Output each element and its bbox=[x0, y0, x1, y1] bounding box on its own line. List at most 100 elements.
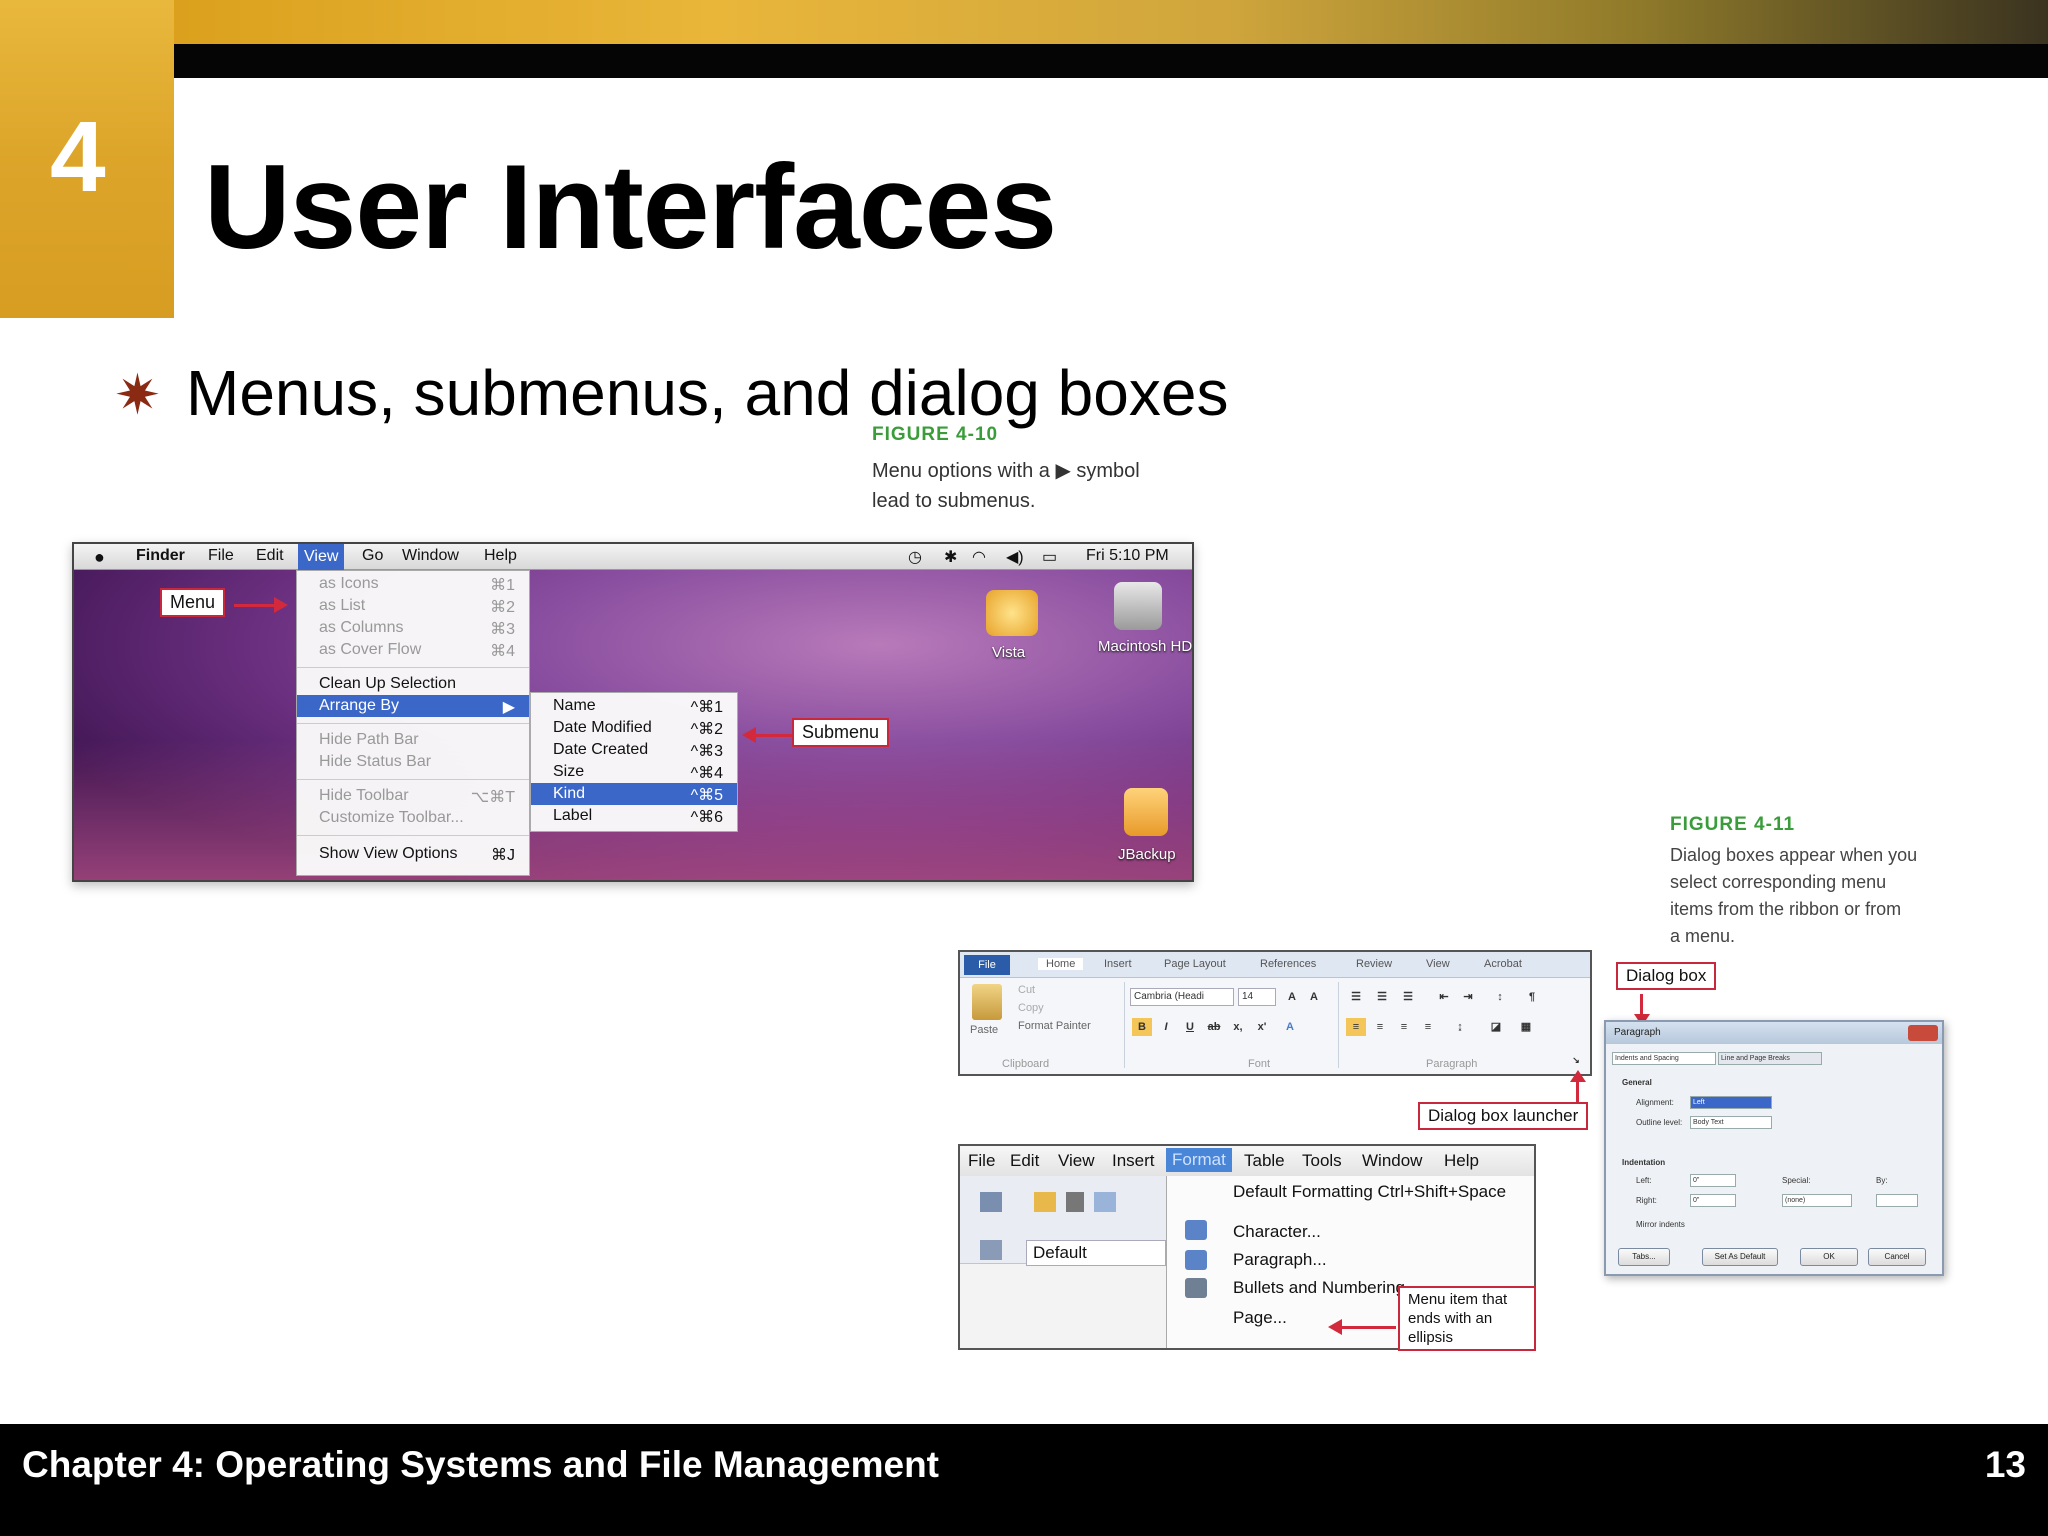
text-effects-icon[interactable]: A bbox=[1280, 1018, 1300, 1036]
menu-file[interactable]: File bbox=[208, 547, 234, 565]
vista-drive-icon[interactable] bbox=[986, 590, 1038, 636]
menu-item-character[interactable]: Character... bbox=[1233, 1222, 1321, 1242]
font-size-box[interactable]: 14 bbox=[1238, 988, 1276, 1006]
ribbon-tab-review[interactable]: Review bbox=[1356, 958, 1392, 970]
apple-menu-icon[interactable]: ● bbox=[94, 547, 105, 568]
ribbon-tab-page-layout[interactable]: Page Layout bbox=[1164, 958, 1226, 970]
increase-indent-icon[interactable]: ⇥ bbox=[1458, 988, 1478, 1006]
new-document-icon[interactable] bbox=[980, 1192, 1002, 1212]
submenu-item-size[interactable]: Size bbox=[553, 763, 584, 781]
italic-icon[interactable]: I bbox=[1156, 1018, 1176, 1036]
numbering-icon[interactable]: ☰ bbox=[1372, 988, 1392, 1006]
menu-item-arrange-by[interactable]: Arrange By bbox=[319, 697, 399, 715]
dialog-box-launcher-icon[interactable]: ↘ bbox=[1570, 1054, 1582, 1066]
alignment-select[interactable]: Left bbox=[1690, 1096, 1772, 1109]
menu-item-show-view-options[interactable]: Show View Options bbox=[319, 845, 457, 863]
menu-item-hide-toolbar[interactable]: Hide Toolbar bbox=[319, 787, 409, 805]
grow-font-icon[interactable]: A bbox=[1282, 988, 1302, 1006]
submenu-item-label[interactable]: Label bbox=[553, 807, 592, 825]
menu-window[interactable]: Window bbox=[402, 547, 459, 565]
menu-edit[interactable]: Edit bbox=[256, 547, 284, 565]
hard-drive-icon[interactable] bbox=[1114, 582, 1162, 630]
menu-item-as-list[interactable]: as List bbox=[319, 597, 365, 615]
menu-item-hide-status-bar[interactable]: Hide Status Bar bbox=[319, 753, 431, 771]
office-menu-window[interactable]: Window bbox=[1362, 1151, 1422, 1171]
menu-item-customize-toolbar[interactable]: Customize Toolbar... bbox=[319, 809, 464, 827]
open-folder-icon[interactable] bbox=[1034, 1192, 1056, 1212]
strikethrough-icon[interactable]: ab bbox=[1204, 1018, 1224, 1036]
menu-help[interactable]: Help bbox=[484, 547, 517, 565]
time-machine-icon[interactable]: ◷ bbox=[908, 547, 922, 567]
volume-icon[interactable]: ◀) bbox=[1006, 547, 1024, 567]
office-menu-file[interactable]: File bbox=[968, 1151, 995, 1171]
menu-item-as-cover-flow[interactable]: as Cover Flow bbox=[319, 641, 421, 659]
menu-item-default-formatting[interactable]: Default Formatting Ctrl+Shift+Space bbox=[1233, 1182, 1506, 1202]
ribbon-tab-view[interactable]: View bbox=[1426, 958, 1450, 970]
bluetooth-icon[interactable]: ✱ bbox=[944, 547, 957, 567]
decrease-indent-icon[interactable]: ⇤ bbox=[1434, 988, 1454, 1006]
multilevel-list-icon[interactable]: ☰ bbox=[1398, 988, 1418, 1006]
submenu-item-kind[interactable]: Kind bbox=[553, 785, 585, 803]
submenu-item-name[interactable]: Name bbox=[553, 697, 596, 715]
ribbon-file-tab[interactable]: File bbox=[964, 955, 1010, 975]
menu-go[interactable]: Go bbox=[362, 547, 383, 565]
font-name-box[interactable]: Cambria (Headi bbox=[1130, 988, 1234, 1006]
line-spacing-icon[interactable]: ↨ bbox=[1450, 1018, 1470, 1036]
left-indent-field[interactable]: 0" bbox=[1690, 1174, 1736, 1187]
menu-item-as-icons[interactable]: as Icons bbox=[319, 575, 379, 593]
save-icon[interactable] bbox=[1066, 1192, 1084, 1212]
outline-level-select[interactable]: Body Text bbox=[1690, 1116, 1772, 1129]
shrink-font-icon[interactable]: A bbox=[1304, 988, 1324, 1006]
menu-item-hide-path-bar[interactable]: Hide Path Bar bbox=[319, 731, 419, 749]
subscript-icon[interactable]: x, bbox=[1228, 1018, 1248, 1036]
style-box[interactable]: Default bbox=[1026, 1240, 1166, 1266]
office-menu-edit[interactable]: Edit bbox=[1010, 1151, 1039, 1171]
styles-icon[interactable] bbox=[980, 1240, 1002, 1260]
office-menu-insert[interactable]: Insert bbox=[1112, 1151, 1155, 1171]
office-menu-view[interactable]: View bbox=[1058, 1151, 1095, 1171]
align-left-icon[interactable]: ≡ bbox=[1346, 1018, 1366, 1036]
bullets-icon[interactable]: ☰ bbox=[1346, 988, 1366, 1006]
usb-drive-icon[interactable] bbox=[1124, 788, 1168, 836]
battery-icon[interactable]: ▭ bbox=[1042, 547, 1057, 567]
wifi-icon[interactable]: ◠ bbox=[972, 547, 986, 567]
menu-item-page[interactable]: Page... bbox=[1233, 1308, 1287, 1328]
ribbon-tab-references[interactable]: References bbox=[1260, 958, 1316, 970]
copy-label[interactable]: Copy bbox=[1018, 1002, 1044, 1014]
menu-item-paragraph[interactable]: Paragraph... bbox=[1233, 1250, 1327, 1270]
office-menu-tools[interactable]: Tools bbox=[1302, 1151, 1342, 1171]
set-as-default-button[interactable]: Set As Default bbox=[1702, 1248, 1778, 1266]
special-select[interactable]: (none) bbox=[1782, 1194, 1852, 1207]
align-center-icon[interactable]: ≡ bbox=[1370, 1018, 1390, 1036]
menu-finder[interactable]: Finder bbox=[136, 547, 185, 565]
borders-icon[interactable]: ▦ bbox=[1516, 1018, 1536, 1036]
shading-icon[interactable]: ◪ bbox=[1486, 1018, 1506, 1036]
office-menu-help[interactable]: Help bbox=[1444, 1151, 1479, 1171]
ok-button[interactable]: OK bbox=[1800, 1248, 1858, 1266]
ribbon-tab-home[interactable]: Home bbox=[1038, 958, 1084, 970]
cancel-button[interactable]: Cancel bbox=[1868, 1248, 1926, 1266]
tabs-button[interactable]: Tabs... bbox=[1618, 1248, 1670, 1266]
menu-clock[interactable]: Fri 5:10 PM bbox=[1086, 547, 1169, 565]
format-painter-label[interactable]: Format Painter bbox=[1018, 1020, 1091, 1032]
superscript-icon[interactable]: x' bbox=[1252, 1018, 1272, 1036]
office-menu-table[interactable]: Table bbox=[1244, 1151, 1285, 1171]
cut-label[interactable]: Cut bbox=[1018, 984, 1035, 996]
ribbon-tab-insert[interactable]: Insert bbox=[1104, 958, 1132, 970]
email-icon[interactable] bbox=[1094, 1192, 1116, 1212]
submenu-item-date-modified[interactable]: Date Modified bbox=[553, 719, 652, 737]
dialog-tab-indents-spacing[interactable]: Indents and Spacing bbox=[1612, 1052, 1716, 1065]
align-right-icon[interactable]: ≡ bbox=[1394, 1018, 1414, 1036]
menu-item-bullets-numbering[interactable]: Bullets and Numbering... bbox=[1233, 1278, 1419, 1298]
bold-icon[interactable]: B bbox=[1132, 1018, 1152, 1036]
by-field[interactable] bbox=[1876, 1194, 1918, 1207]
mirror-indents-checkbox[interactable]: Mirror indents bbox=[1636, 1220, 1685, 1229]
sort-icon[interactable]: ↕ bbox=[1490, 988, 1510, 1006]
dialog-tab-line-page-breaks[interactable]: Line and Page Breaks bbox=[1718, 1052, 1822, 1065]
menu-item-as-columns[interactable]: as Columns bbox=[319, 619, 403, 637]
ribbon-tab-acrobat[interactable]: Acrobat bbox=[1484, 958, 1522, 970]
underline-icon[interactable]: U bbox=[1180, 1018, 1200, 1036]
paste-icon[interactable] bbox=[972, 984, 1002, 1020]
menu-item-clean-up-selection[interactable]: Clean Up Selection bbox=[319, 675, 456, 693]
office-menu-format[interactable]: Format bbox=[1166, 1148, 1232, 1172]
